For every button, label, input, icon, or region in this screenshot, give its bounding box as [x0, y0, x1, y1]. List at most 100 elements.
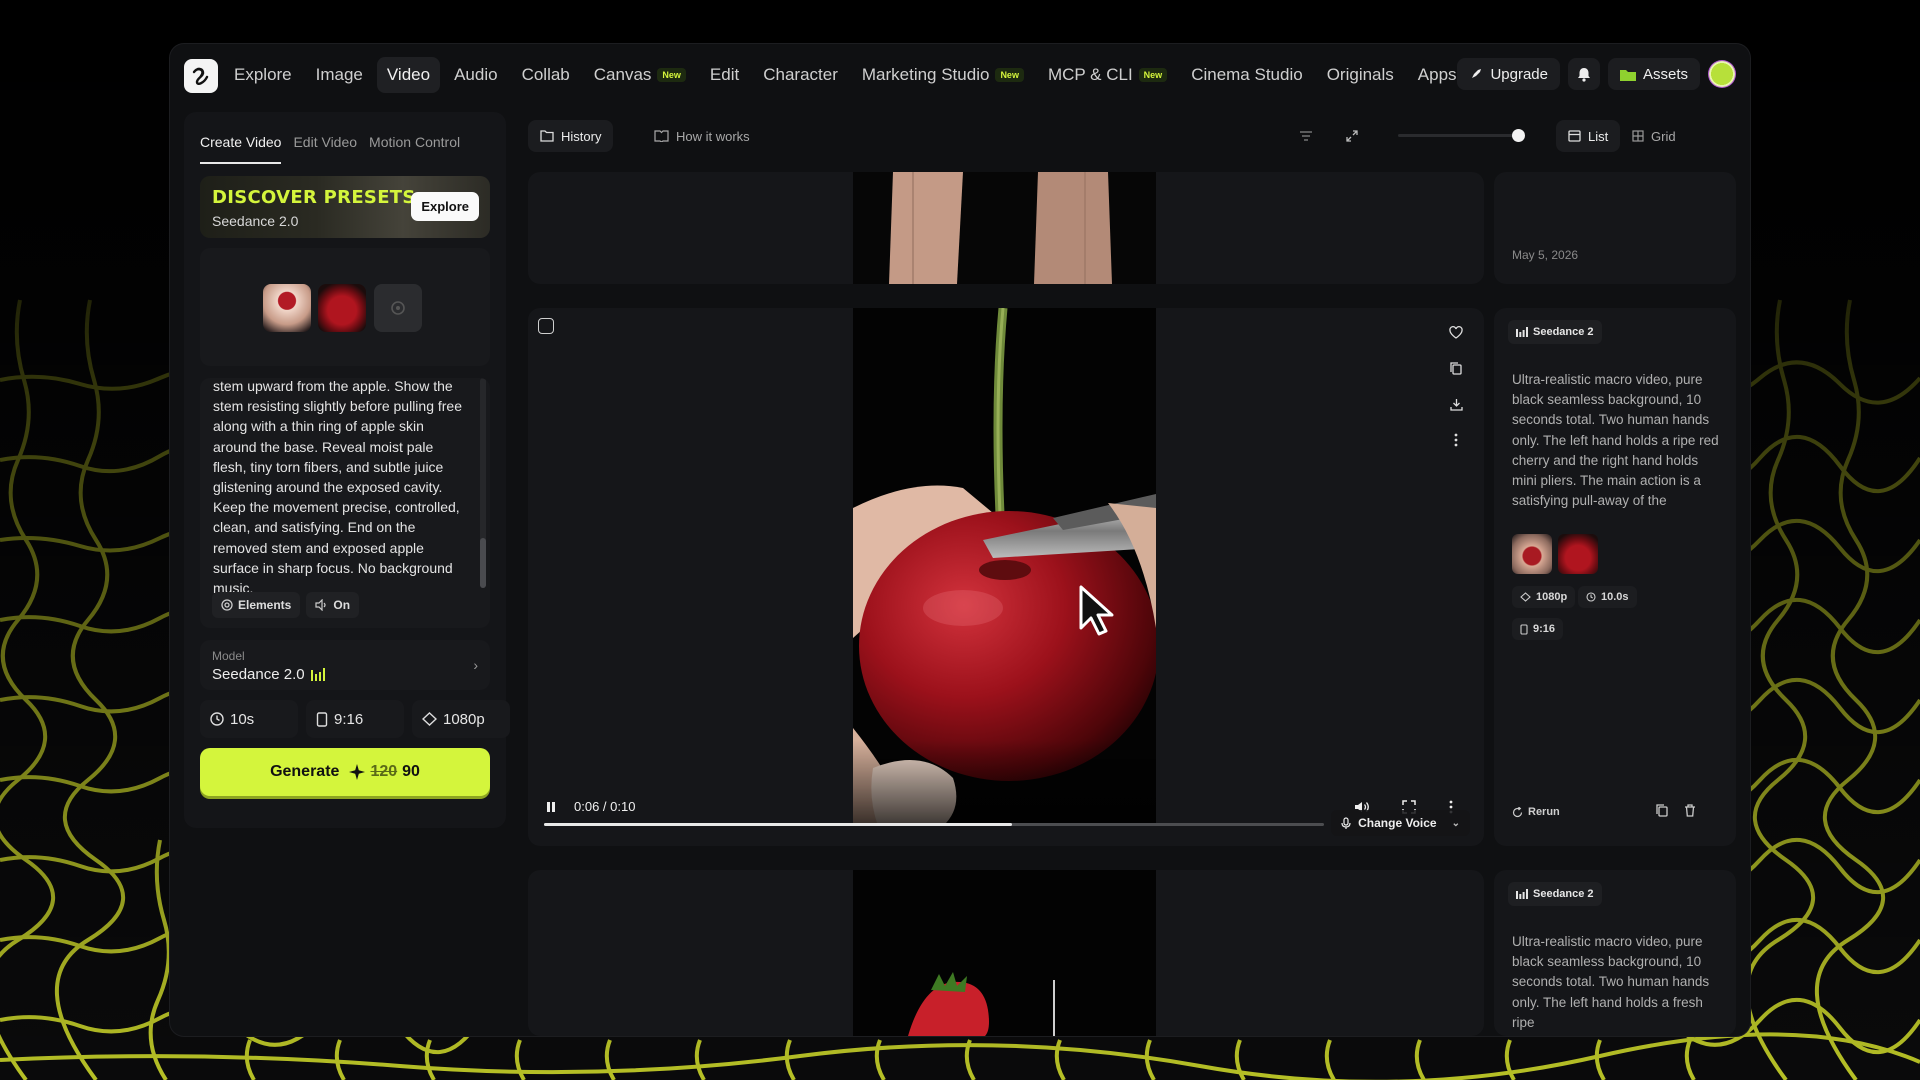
- nav-character[interactable]: Character: [753, 57, 848, 93]
- list-view-button[interactable]: List: [1556, 120, 1621, 152]
- folder-icon: [540, 130, 554, 142]
- model-selector[interactable]: Model Seedance 2.0 ›: [200, 640, 490, 690]
- elements-button[interactable]: Elements: [212, 592, 301, 618]
- nav-cinema-studio[interactable]: Cinema Studio: [1181, 57, 1313, 93]
- ratio-chip: 9:16: [1512, 618, 1564, 640]
- nav-mcp-cli[interactable]: MCP & CLI New: [1038, 57, 1177, 93]
- nav-originals[interactable]: Originals: [1317, 57, 1404, 93]
- tab-motion-control[interactable]: Motion Control: [369, 122, 460, 164]
- nav-label: Cinema Studio: [1191, 65, 1303, 84]
- aspect-ratio-select[interactable]: 9:16: [306, 700, 404, 738]
- nav-marketing-studio[interactable]: Marketing Studio New: [852, 57, 1034, 93]
- nav-label: Edit: [709, 65, 740, 84]
- refresh-icon: [1512, 806, 1523, 817]
- logo-icon: [192, 67, 209, 85]
- favorite-button[interactable]: [1444, 320, 1468, 344]
- video-card-active[interactable]: 0:06 / 0:10 0:06 / 0:10: [528, 308, 1484, 846]
- tab-edit-video[interactable]: Edit Video: [293, 122, 357, 164]
- presets-subtitle: Seedance 2.0: [212, 213, 299, 229]
- expand-icon: [1346, 130, 1358, 142]
- notifications-button[interactable]: [1567, 58, 1600, 90]
- upgrade-button[interactable]: Upgrade: [1457, 58, 1560, 90]
- nav-label: Collab: [521, 65, 570, 84]
- change-voice-button[interactable]: Change Voice ⌄: [1331, 810, 1470, 836]
- model-label: Model: [212, 649, 245, 663]
- add-image-icon: [391, 301, 405, 315]
- model-tag-label: Seedance 2: [1533, 888, 1594, 900]
- phone-icon: [316, 711, 328, 727]
- bars-icon: [310, 668, 325, 681]
- nav-label: Originals: [1326, 65, 1394, 84]
- delete-button[interactable]: [1684, 804, 1696, 822]
- tab-history[interactable]: History: [528, 120, 614, 152]
- copy-icon: [1656, 804, 1668, 817]
- reference-image-hands[interactable]: [263, 284, 311, 332]
- pause-button[interactable]: [544, 800, 558, 814]
- video-progress-bar[interactable]: [544, 823, 1324, 826]
- nav-label: Explore: [234, 65, 292, 84]
- prompt-box[interactable]: stem upward from the apple. Show the ste…: [200, 378, 490, 628]
- nav-audio[interactable]: Audio: [444, 57, 507, 93]
- prompt-text[interactable]: stem upward from the apple. Show the ste…: [213, 378, 463, 598]
- speaker-icon: [315, 599, 326, 611]
- prompt-scroll-thumb[interactable]: [480, 538, 486, 588]
- reference-thumb-hands[interactable]: [1512, 534, 1552, 574]
- reference-image-cherry[interactable]: [318, 284, 366, 332]
- grid-icon: [1632, 130, 1644, 142]
- video-meta-active: Seedance 2 Ultra-realistic macro video, …: [1494, 308, 1736, 846]
- nav-explore[interactable]: Explore: [224, 57, 302, 93]
- download-button[interactable]: [1444, 392, 1468, 416]
- video-thumbnail[interactable]: [853, 870, 1156, 1036]
- how-it-works-button[interactable]: How it works: [642, 120, 762, 152]
- grid-view-button[interactable]: Grid: [1620, 120, 1688, 152]
- resolution-select[interactable]: 1080p: [412, 700, 510, 738]
- nav-image[interactable]: Image: [306, 57, 373, 93]
- nav-video[interactable]: Video: [376, 57, 441, 93]
- filter-button[interactable]: [1290, 120, 1322, 152]
- change-voice-label: Change Voice: [1358, 816, 1437, 830]
- nav-label: Apps: [1417, 65, 1457, 84]
- assets-button[interactable]: Assets: [1607, 58, 1700, 90]
- more-options-button[interactable]: [1444, 428, 1468, 452]
- zoom-slider[interactable]: [1398, 129, 1525, 142]
- add-reference-button[interactable]: [374, 284, 422, 332]
- duration-select[interactable]: 10s: [200, 700, 298, 738]
- clock-icon: [1586, 592, 1596, 602]
- mouse-cursor-icon: [1079, 585, 1114, 636]
- duplicate-button[interactable]: [1656, 804, 1668, 822]
- discover-presets-banner[interactable]: DISCOVER PRESETS Seedance 2.0 Explore: [200, 176, 490, 238]
- chevron-down-icon: ⌄: [1451, 817, 1460, 829]
- tab-create-video[interactable]: Create Video: [200, 122, 282, 164]
- bell-icon: [1577, 67, 1590, 82]
- nav-edit[interactable]: Edit: [700, 57, 749, 93]
- expand-button[interactable]: [1336, 120, 1368, 152]
- zoom-slider-knob[interactable]: [1511, 129, 1525, 142]
- top-navigation: Explore Image Video Audio Collab Canvas N…: [170, 44, 1750, 106]
- video-card[interactable]: [528, 172, 1484, 284]
- create-panel: Create Video Edit Video Motion Control D…: [184, 112, 510, 828]
- avatar[interactable]: [1708, 60, 1736, 88]
- generate-button[interactable]: Generate 120 90: [200, 748, 490, 796]
- reference-thumb-cherry[interactable]: [1558, 534, 1598, 574]
- video-thumbnail[interactable]: [853, 172, 1156, 284]
- at-icon: [221, 599, 233, 611]
- explore-presets-button[interactable]: Explore: [411, 192, 479, 221]
- folder-icon: [1619, 69, 1636, 81]
- new-badge: New: [995, 68, 1024, 82]
- assets-label: Assets: [1642, 65, 1688, 83]
- select-checkbox[interactable]: [538, 318, 554, 334]
- reference-images: [200, 248, 490, 366]
- model-value: Seedance 2.0: [212, 666, 327, 683]
- ratio-chip-label: 9:16: [1533, 623, 1556, 635]
- nav-collab[interactable]: Collab: [512, 57, 580, 93]
- video-card[interactable]: [528, 870, 1484, 1036]
- nav-canvas[interactable]: Canvas New: [584, 57, 696, 93]
- video-player[interactable]: 0:06 / 0:10: [853, 308, 1156, 826]
- rerun-button[interactable]: Rerun: [1512, 806, 1560, 818]
- audio-toggle[interactable]: On: [306, 592, 360, 618]
- copy-button[interactable]: [1444, 356, 1468, 380]
- player-bar: 0:06 / 0:10 Change Voice ⌄: [528, 760, 1484, 846]
- cost-new: 90: [402, 763, 420, 780]
- app-logo[interactable]: [184, 59, 218, 93]
- history-label: History: [561, 128, 602, 144]
